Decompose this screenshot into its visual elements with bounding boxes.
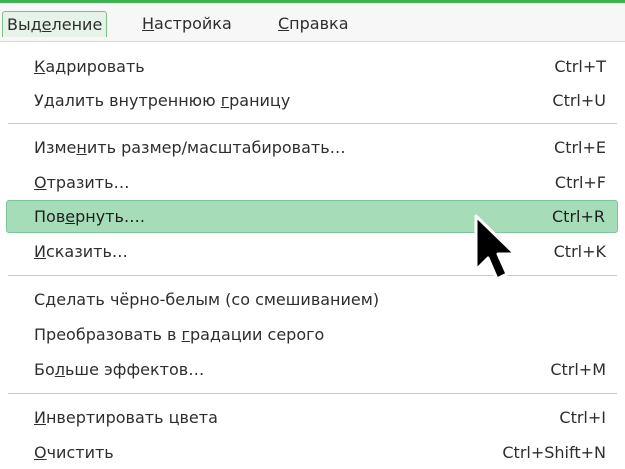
- selection-dropdown-menu: Кадрировать Ctrl+T Удалить внутреннюю гр…: [0, 42, 625, 469]
- menu-selection-label-pre: Выд: [7, 15, 42, 34]
- menu-item-crop-shortcut: Ctrl+T: [554, 57, 606, 76]
- menu-item-clear-label: Очистить: [34, 443, 114, 462]
- menu-selection[interactable]: Выделение: [2, 11, 108, 37]
- menu-item-more-effects-shortcut: Ctrl+M: [550, 360, 606, 379]
- menu-item-clear[interactable]: Очистить Ctrl+Shift+N: [0, 436, 625, 469]
- menu-item-rotate-label: Повернуть….: [34, 207, 146, 226]
- menu-item-resize-scale[interactable]: Изменить размер/масштабировать… Ctrl+E: [0, 131, 625, 164]
- menu-item-flip-label: Отразить…: [34, 173, 130, 192]
- menu-item-clear-shortcut: Ctrl+Shift+N: [502, 443, 606, 462]
- menu-item-crop-label: Кадрировать: [34, 57, 145, 76]
- menubar: Выделение Настройка Справка: [0, 3, 625, 42]
- menu-help[interactable]: Справка: [274, 11, 353, 37]
- menu-item-crop[interactable]: Кадрировать Ctrl+T: [0, 50, 625, 83]
- menu-item-distort[interactable]: Исказить… Ctrl+K: [0, 235, 625, 268]
- menu-item-flip-shortcut: Ctrl+F: [554, 173, 606, 192]
- menu-item-invert-colors-label: Инвертировать цвета: [34, 408, 218, 427]
- menu-item-rotate-shortcut: Ctrl+R: [552, 207, 605, 226]
- mouse-pointer-icon: [474, 214, 517, 281]
- menu-item-resize-scale-shortcut: Ctrl+E: [554, 138, 606, 157]
- menu-settings[interactable]: Настройка: [138, 11, 236, 37]
- menu-item-more-effects[interactable]: Больше эффектов… Ctrl+M: [0, 353, 625, 386]
- menu-item-invert-colors-shortcut: Ctrl+I: [559, 408, 606, 427]
- menu-item-distort-shortcut: Ctrl+K: [553, 242, 606, 261]
- menu-item-grayscale-label: Преобразовать в градации серого: [34, 325, 325, 344]
- menu-item-rotate[interactable]: Повернуть…. Ctrl+R: [6, 200, 618, 233]
- menu-selection-mnemonic: е: [41, 15, 52, 34]
- menu-item-black-white-dither-label: Сделать чёрно-белым (со смешиванием): [34, 290, 380, 309]
- menu-separator: [8, 275, 617, 276]
- menu-item-remove-inner-border-shortcut: Ctrl+U: [552, 91, 606, 110]
- menu-item-invert-colors[interactable]: Инвертировать цвета Ctrl+I: [0, 401, 625, 434]
- menu-settings-mnemonic: Н: [142, 14, 155, 33]
- menu-separator: [8, 393, 617, 394]
- menu-item-distort-label: Исказить…: [34, 242, 128, 261]
- menu-help-mnemonic: С: [278, 14, 290, 33]
- menu-item-remove-inner-border-label: Удалить внутреннюю границу: [34, 91, 291, 110]
- menu-selection-label-post: ление: [51, 15, 103, 34]
- menu-help-label-post: правка: [289, 14, 349, 33]
- menu-separator: [8, 123, 617, 124]
- menu-item-resize-scale-label: Изменить размер/масштабировать…: [34, 138, 346, 157]
- menu-item-remove-inner-border[interactable]: Удалить внутреннюю границу Ctrl+U: [0, 84, 625, 117]
- menu-item-flip[interactable]: Отразить… Ctrl+F: [0, 166, 625, 199]
- menu-settings-label-post: астройка: [154, 14, 232, 33]
- menu-item-black-white-dither[interactable]: Сделать чёрно-белым (со смешиванием): [0, 283, 625, 316]
- menu-item-more-effects-label: Больше эффектов…: [34, 360, 205, 379]
- menu-item-grayscale[interactable]: Преобразовать в градации серого: [0, 318, 625, 351]
